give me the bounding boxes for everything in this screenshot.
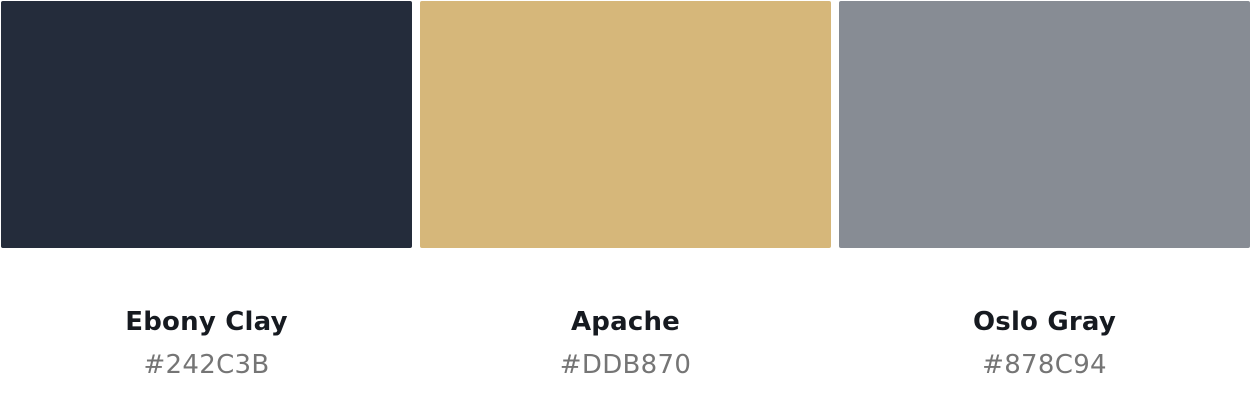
- swatch-hex-code[interactable]: #242C3B: [143, 349, 269, 381]
- swatch-ebony-clay[interactable]: Ebony Clay #242C3B: [1, 1, 412, 412]
- swatch-color-block[interactable]: [1, 1, 412, 248]
- color-palette: Ebony Clay #242C3B Apache #DDB870 Oslo G…: [0, 0, 1256, 412]
- swatch-apache[interactable]: Apache #DDB870: [420, 1, 831, 412]
- swatch-color-block[interactable]: [420, 1, 831, 248]
- swatch-name: Ebony Clay: [125, 307, 288, 337]
- swatch-oslo-gray[interactable]: Oslo Gray #878C94: [839, 1, 1250, 412]
- swatch-name: Oslo Gray: [972, 307, 1117, 337]
- swatch-name: Apache: [570, 307, 681, 337]
- swatch-hex-code[interactable]: #878C94: [982, 349, 1107, 381]
- swatch-color-block[interactable]: [839, 1, 1250, 248]
- swatch-hex-code[interactable]: #DDB870: [560, 349, 691, 381]
